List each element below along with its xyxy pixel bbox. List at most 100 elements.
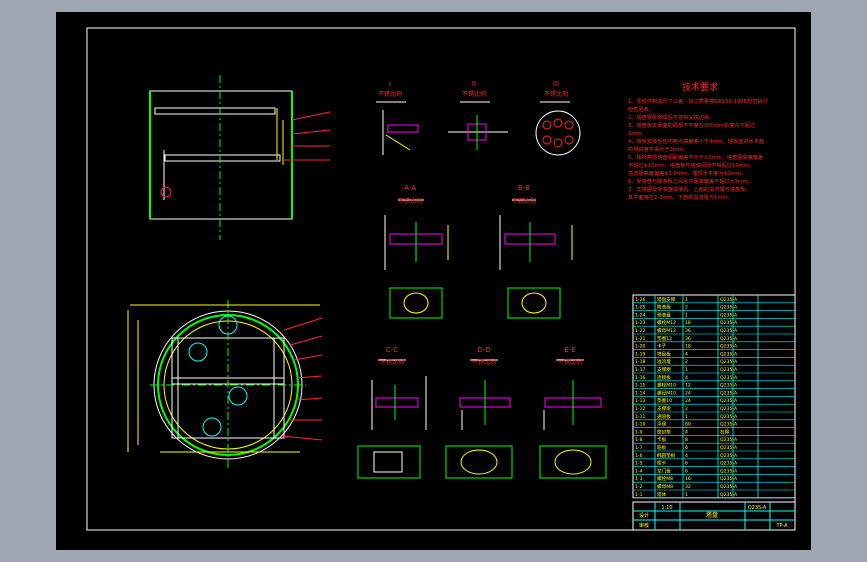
section-aa-scale: 不锈比例 — [398, 197, 422, 205]
tech-requirements-list: 1、零部件制造尺寸公差、加工质量按GB150-1998规范执行 检查验收。 2、… — [628, 97, 768, 201]
parts-table-cell-material: Q235-A — [720, 492, 738, 498]
parts-table-cell-quantity: 4 — [685, 429, 688, 435]
parts-table-cell-quantity: 6 — [685, 468, 688, 474]
parts-table-cell-material: Q235-A — [720, 406, 738, 412]
parts-table-cell-part-name: 螺栓M10 — [657, 382, 676, 389]
plan-view — [127, 300, 323, 470]
parts-table-cell-part-no: 1-6 — [635, 453, 643, 459]
parts-table-cell-quantity: 4 — [685, 375, 688, 381]
sections-ab — [384, 199, 573, 319]
parts-table-cell-quantity: 32 — [685, 484, 691, 490]
section-aa-label: A-A — [404, 184, 416, 192]
elevation-view — [149, 75, 331, 240]
detail-ii-scale: 不锈比例 — [462, 90, 486, 98]
parts-table-cell-part-no: 1-3 — [635, 476, 643, 482]
tech-requirements-title: 技术要求 — [682, 81, 718, 93]
parts-table-cell-quantity: 6 — [685, 445, 688, 451]
parts-table-cell-quantity: 16 — [685, 476, 691, 482]
parts-table-cell-material: Q235-A — [720, 312, 738, 318]
section-cc-scale: 不锈比例 — [380, 358, 404, 366]
parts-table-cell-part-name: 密封垫 — [657, 428, 671, 435]
parts-table-cell-part-name: 塔盘板 — [657, 350, 671, 357]
parts-table-cell-material: Q235-A — [720, 297, 738, 303]
section-ee-scale: 不锈比例 — [558, 358, 582, 366]
parts-table-cell-part-name: 龙门板 — [657, 467, 671, 474]
parts-table-cell-part-no: 1-11 — [635, 414, 646, 420]
detail-ii-label: II — [472, 80, 476, 88]
parts-table-cell-part-no: 1-16 — [635, 375, 646, 381]
parts-table-cell-part-name: 溢流堰 — [657, 358, 671, 365]
title-block-scale: 1:10 — [661, 505, 672, 511]
parts-table-cell-material: Q235-A — [720, 344, 738, 350]
parts-table-cell-quantity: 1 — [685, 312, 688, 318]
parts-table-cell-part-name: 筋板 — [657, 444, 667, 451]
section-ee-label: E-E — [564, 346, 575, 354]
parts-table-cell-part-no: 1-10 — [635, 422, 646, 428]
parts-table-cell-material: Q235-A — [720, 375, 738, 381]
parts-table-cell-material: Q235-A — [720, 367, 738, 373]
parts-table-cell-part-no: 1-22 — [635, 328, 646, 334]
parts-table-cell-part-name: 垫圈12 — [657, 335, 672, 342]
parts-table-cell-part-name: 降液板 — [657, 304, 671, 311]
parts-table-cell-material: Q235-A — [720, 383, 738, 389]
parts-table-cell-quantity: 18 — [685, 344, 691, 350]
detail-i-scale: 不锈比例 — [378, 90, 402, 98]
parts-table-cell-part-no: 1-4 — [635, 468, 643, 474]
detail-views — [376, 101, 581, 156]
parts-table-cell-part-name: 支撑梁 — [657, 405, 671, 412]
parts-table-cell-part-no: 1-15 — [635, 383, 646, 389]
parts-table-cell-part-no: 1-5 — [635, 461, 643, 467]
parts-table-cell-part-no: 1-24 — [635, 312, 646, 318]
parts-table-cell-part-name: 垫圈10 — [657, 397, 672, 404]
parts-table-cell-part-name: 卡子 — [657, 343, 667, 350]
parts-table-cell-part-no: 1-19 — [635, 351, 646, 357]
parts-table-cell-quantity: 1 — [685, 367, 688, 373]
parts-table-cell-material: Q235-A — [720, 351, 738, 357]
tech-line: 的倾斜度不得大于2mm。 — [628, 145, 688, 153]
detail-iii-label: III — [553, 80, 559, 88]
parts-table-cell-part-name: 楔卡 — [657, 460, 667, 467]
parts-table-cell-quantity: 24 — [685, 390, 691, 396]
parts-table-cell-quantity: 36 — [685, 336, 691, 342]
section-dd-scale: 不锈比例 — [472, 358, 496, 366]
parts-table-cell-quantity: 24 — [685, 398, 691, 404]
detail-i-label: I — [389, 80, 391, 88]
parts-table-cell-part-no: 1-7 — [635, 445, 643, 451]
tech-line: 溢流堰高度偏差±1.5mm，堰顶水平度为±2mm。 — [628, 169, 746, 177]
parts-table-cell-material: Q235-A — [720, 305, 738, 311]
parts-table-cell-quantity: 8 — [685, 437, 688, 443]
parts-table-cell-part-name: 卡板 — [657, 436, 667, 443]
parts-table-cell-quantity: 60 — [685, 422, 691, 428]
parts-table-cell-part-name: 支撑圈 — [657, 366, 671, 373]
title-block-checker: 审核 — [639, 522, 649, 529]
parts-table-cell-part-no: 1-17 — [635, 367, 646, 373]
tech-line: 不超过±10mm，塔盘板与塔体间隙不得超过10mm。 — [628, 161, 754, 169]
parts-table: 1-26 塔盘支撑 1 Q235-A1-25 降液板 2 Q235-A1-24 受液盘 1 Q23… — [632, 294, 796, 499]
parts-table-cell-quantity: 2 — [685, 305, 688, 311]
parts-table-cell-material: Q235-A — [720, 390, 738, 396]
parts-table-cell-part-name: 塔盘支撑 — [657, 296, 676, 303]
parts-table-cell-part-no: 1-18 — [635, 359, 646, 365]
parts-table-cell-part-name: 螺母M10 — [657, 389, 676, 396]
title-block-material: Q235-A — [748, 505, 767, 511]
parts-table-cell-material: Q235-A — [720, 422, 738, 428]
section-bb-scale: 不锈比例 — [512, 197, 536, 205]
parts-table-cell-part-no: 1-21 — [635, 336, 646, 342]
tech-line: 检查验收。 — [628, 105, 654, 113]
parts-table-cell-part-no: 1-20 — [635, 344, 646, 350]
tech-line: 1、零部件制造尺寸公差、加工质量按GB150-1998规范执行 — [628, 97, 768, 105]
parts-table-cell-part-name: 螺栓M8 — [657, 475, 673, 482]
parts-table-cell-quantity: 12 — [685, 383, 691, 389]
parts-table-cell-quantity: 36 — [685, 328, 691, 334]
parts-table-cell-part-no: 1-13 — [635, 398, 646, 404]
parts-table-cell-material: Q235-A — [720, 328, 738, 334]
title-block-drawing-no: TP-A — [775, 523, 788, 529]
detail-iii-scale: 不锈比例 — [544, 90, 568, 98]
tech-line: 4、塔板安装后任何两点高度差小于3mm，塔板面对水平面 — [628, 137, 764, 145]
tech-line: 5、相邻两层塔盘间距偏差不大于±3mm，塔盘圈高度偏差 — [628, 153, 763, 161]
parts-table-cell-material: 石棉 — [720, 428, 730, 435]
parts-table-cell-part-name: 受液盘 — [657, 311, 671, 318]
parts-table-cell-material: Q235-A — [720, 484, 738, 490]
parts-table-cell-material: Q235-A — [720, 461, 738, 467]
parts-table-cell-part-no: 1-2 — [635, 484, 643, 490]
